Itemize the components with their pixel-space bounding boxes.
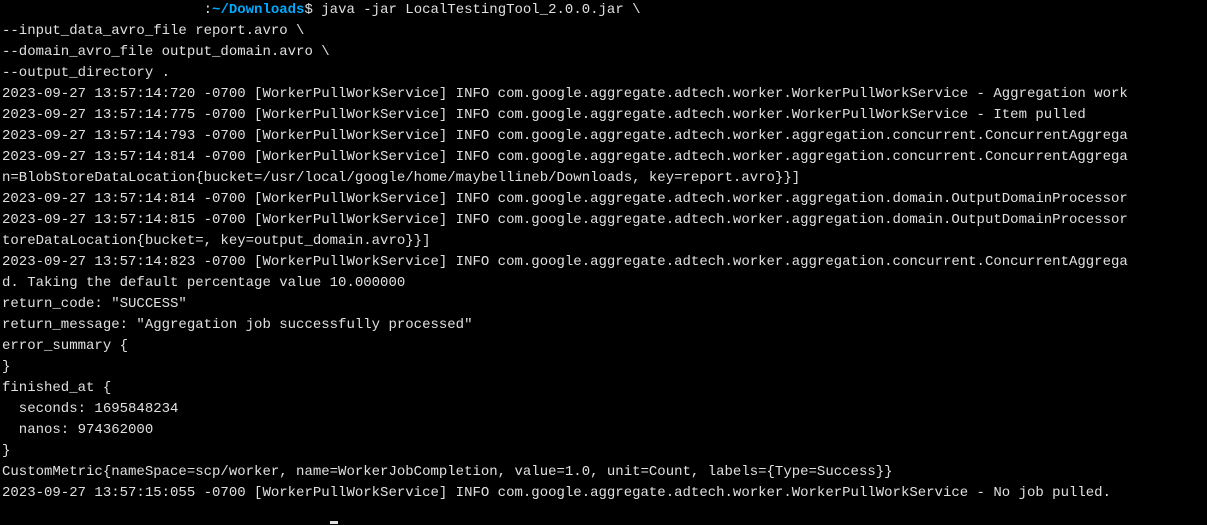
log-line-20: CustomMetric{nameSpace=scp/worker, name=…: [2, 462, 1205, 483]
log-line-18: }: [2, 441, 1205, 462]
log-line-16: seconds: 1695848234: [2, 399, 1205, 420]
log-line-3: 2023-09-27 13:57:14:793 -0700 [WorkerPul…: [2, 126, 1205, 147]
cursor-line: [2, 504, 1205, 525]
prompt-user-host: [2, 2, 204, 18]
prompt-colon: :: [204, 2, 212, 18]
prompt-line: :~/Downloads$ java -jar LocalTestingTool…: [2, 0, 1205, 21]
log-line-9: 2023-09-27 13:57:14:823 -0700 [WorkerPul…: [2, 252, 1205, 273]
log-line-5: n=BlobStoreDataLocation{bucket=/usr/loca…: [2, 168, 1205, 189]
command-line-4: --output_directory .: [2, 63, 1205, 84]
log-line-1: 2023-09-27 13:57:14:720 -0700 [WorkerPul…: [2, 84, 1205, 105]
prompt-path: ~/Downloads: [212, 2, 304, 18]
terminal-window[interactable]: :~/Downloads$ java -jar LocalTestingTool…: [0, 0, 1207, 525]
log-line-15: finished_at {: [2, 378, 1205, 399]
log-line-14: }: [2, 357, 1205, 378]
log-line-17: nanos: 974362000: [2, 420, 1205, 441]
log-line-21: 2023-09-27 13:57:15:055 -0700 [WorkerPul…: [2, 483, 1205, 504]
log-line-7: 2023-09-27 13:57:14:815 -0700 [WorkerPul…: [2, 210, 1205, 231]
log-line-6: 2023-09-27 13:57:14:814 -0700 [WorkerPul…: [2, 189, 1205, 210]
prompt-dollar: $: [304, 2, 312, 18]
log-line-8: toreDataLocation{bucket=, key=output_dom…: [2, 231, 1205, 252]
log-line-2: 2023-09-27 13:57:14:775 -0700 [WorkerPul…: [2, 105, 1205, 126]
command-line-3: --domain_avro_file output_domain.avro \: [2, 42, 1205, 63]
command-text-1: java -jar LocalTestingTool_2.0.0.jar \: [313, 2, 641, 18]
log-line-13: error_summary {: [2, 336, 1205, 357]
log-text-21: 2023-09-27 13:57:15:055 -0700 [WorkerPul…: [2, 485, 1111, 501]
log-line-11: return_code: "SUCCESS": [2, 294, 1205, 315]
log-line-10: d. Taking the default percentage value 1…: [2, 273, 1205, 294]
command-line-2: --input_data_avro_file report.avro \: [2, 21, 1205, 42]
log-line-12: return_message: "Aggregation job success…: [2, 315, 1205, 336]
log-line-4: 2023-09-27 13:57:14:814 -0700 [WorkerPul…: [2, 147, 1205, 168]
